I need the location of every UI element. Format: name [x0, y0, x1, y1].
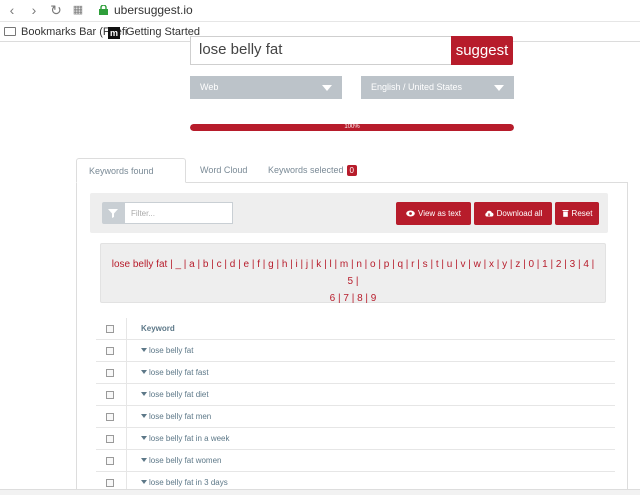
keyword-column-header[interactable]: Keyword — [141, 318, 175, 340]
row-checkbox[interactable] — [106, 391, 114, 399]
table-header-row: Keyword — [96, 318, 615, 340]
download-all-button[interactable]: Download all — [474, 202, 552, 225]
keyword-link[interactable]: lose belly fat — [141, 340, 193, 362]
tab-label: Keywords found — [89, 166, 154, 176]
letter-filter-box: lose belly fat | _ | a | b | c | d | e |… — [100, 243, 606, 304]
tab-label: Keywords selected — [268, 165, 344, 175]
row-checkbox[interactable] — [106, 457, 114, 465]
language-select[interactable]: English / United States — [361, 76, 514, 99]
caret-down-icon — [141, 392, 147, 396]
checkbox-cell — [96, 362, 127, 384]
keyword-text: lose belly fat men — [149, 412, 212, 421]
caret-down-icon — [141, 436, 147, 440]
keywords-table: Keyword lose belly fat lose belly fat fa… — [96, 318, 615, 494]
horizontal-scrollbar[interactable] — [0, 489, 640, 495]
results-tabs: Keywords found339 Word Cloud Keywords se… — [76, 158, 628, 202]
bookmark-getting-started[interactable]: m Getting Started — [108, 24, 200, 40]
view-as-text-button[interactable]: View as text — [396, 202, 471, 225]
table-row: lose belly fat fast — [96, 362, 615, 384]
trash-icon — [562, 210, 569, 217]
row-checkbox[interactable] — [106, 413, 114, 421]
view-as-text-label: View as text — [418, 209, 461, 218]
tab-keywords-found[interactable]: Keywords found339 — [76, 158, 186, 202]
letter-filter-line-1[interactable]: lose belly fat | _ | a | b | c | d | e |… — [109, 256, 597, 290]
caret-down-icon — [141, 348, 147, 352]
keyword-link[interactable]: lose belly fat in a week — [141, 428, 230, 450]
keyword-link[interactable]: lose belly fat men — [141, 406, 211, 428]
source-select-value: Web — [200, 82, 219, 92]
cloud-download-icon — [484, 210, 494, 217]
keyword-text: lose belly fat women — [149, 456, 222, 465]
table-row: lose belly fat women — [96, 450, 615, 472]
language-select-value: English / United States — [371, 82, 463, 92]
table-row: lose belly fat men — [96, 406, 615, 428]
filter-icon — [102, 202, 124, 224]
results-panel: Filter... View as text Download all Rese… — [76, 183, 628, 495]
table-row: lose belly fat in a week — [96, 428, 615, 450]
select-all-cell — [96, 318, 127, 340]
row-checkbox[interactable] — [106, 369, 114, 377]
table-row: lose belly fat — [96, 340, 615, 362]
caret-down-icon — [141, 414, 147, 418]
url-bar[interactable]: ubersuggest.io — [99, 2, 193, 19]
table-row: lose belly fat diet — [96, 384, 615, 406]
letter-filter-line-2[interactable]: 6 | 7 | 8 | 9 — [109, 290, 597, 307]
keyword-text: lose belly fat in 3 days — [149, 478, 228, 487]
progress-label: 100% — [344, 124, 360, 130]
checkbox-cell — [96, 406, 127, 428]
lock-icon — [99, 5, 108, 15]
caret-down-icon — [141, 480, 147, 484]
keyword-text: lose belly fat fast — [149, 368, 209, 377]
checkbox-cell — [96, 450, 127, 472]
tab-keywords-selected[interactable]: Keywords selected 0 — [256, 158, 369, 183]
caret-down-icon — [141, 458, 147, 462]
chevron-down-icon — [322, 85, 332, 91]
suggest-button[interactable]: suggest — [451, 36, 513, 65]
site-logo-icon: m — [108, 27, 120, 39]
reset-button[interactable]: Reset — [555, 202, 599, 225]
checkbox-cell — [96, 340, 127, 362]
caret-down-icon — [141, 370, 147, 374]
apps-grid-icon[interactable]: ▦ — [70, 2, 86, 18]
keyword-link[interactable]: lose belly fat women — [141, 450, 221, 472]
results-toolbar: Filter... View as text Download all Rese… — [90, 193, 608, 233]
keyword-text: lose belly fat diet — [149, 390, 209, 399]
back-icon[interactable]: ‹ — [4, 2, 20, 18]
checkbox-cell — [96, 384, 127, 406]
keyword-text: lose belly fat in a week — [149, 434, 230, 443]
forward-icon[interactable]: › — [26, 2, 42, 18]
tab-word-cloud[interactable]: Word Cloud — [188, 158, 259, 183]
url-text: ubersuggest.io — [114, 3, 193, 17]
row-checkbox[interactable] — [106, 479, 114, 487]
download-all-label: Download all — [496, 209, 543, 218]
reload-icon[interactable]: ↻ — [48, 2, 64, 18]
row-checkbox[interactable] — [106, 435, 114, 443]
page-content: lose belly fat suggest Web English / Uni… — [0, 36, 640, 495]
row-checkbox[interactable] — [106, 347, 114, 355]
keyword-text: lose belly fat — [149, 346, 194, 355]
keyword-link[interactable]: lose belly fat fast — [141, 362, 209, 384]
checkbox-cell — [96, 428, 127, 450]
select-all-checkbox[interactable] — [106, 325, 114, 333]
browser-address-bar: ‹ › ↻ ▦ ubersuggest.io — [0, 0, 640, 22]
tab-label: Word Cloud — [200, 165, 248, 175]
chevron-down-icon — [494, 85, 504, 91]
reset-label: Reset — [571, 209, 593, 218]
folder-icon — [4, 27, 16, 36]
keyword-search-input[interactable]: lose belly fat — [190, 36, 452, 65]
count-badge: 0 — [346, 165, 357, 176]
eye-icon — [406, 210, 415, 217]
keyword-link[interactable]: lose belly fat diet — [141, 384, 209, 406]
source-select[interactable]: Web — [190, 76, 342, 99]
bookmark-label: Getting Started — [126, 26, 200, 38]
filter-input[interactable]: Filter... — [124, 202, 233, 224]
